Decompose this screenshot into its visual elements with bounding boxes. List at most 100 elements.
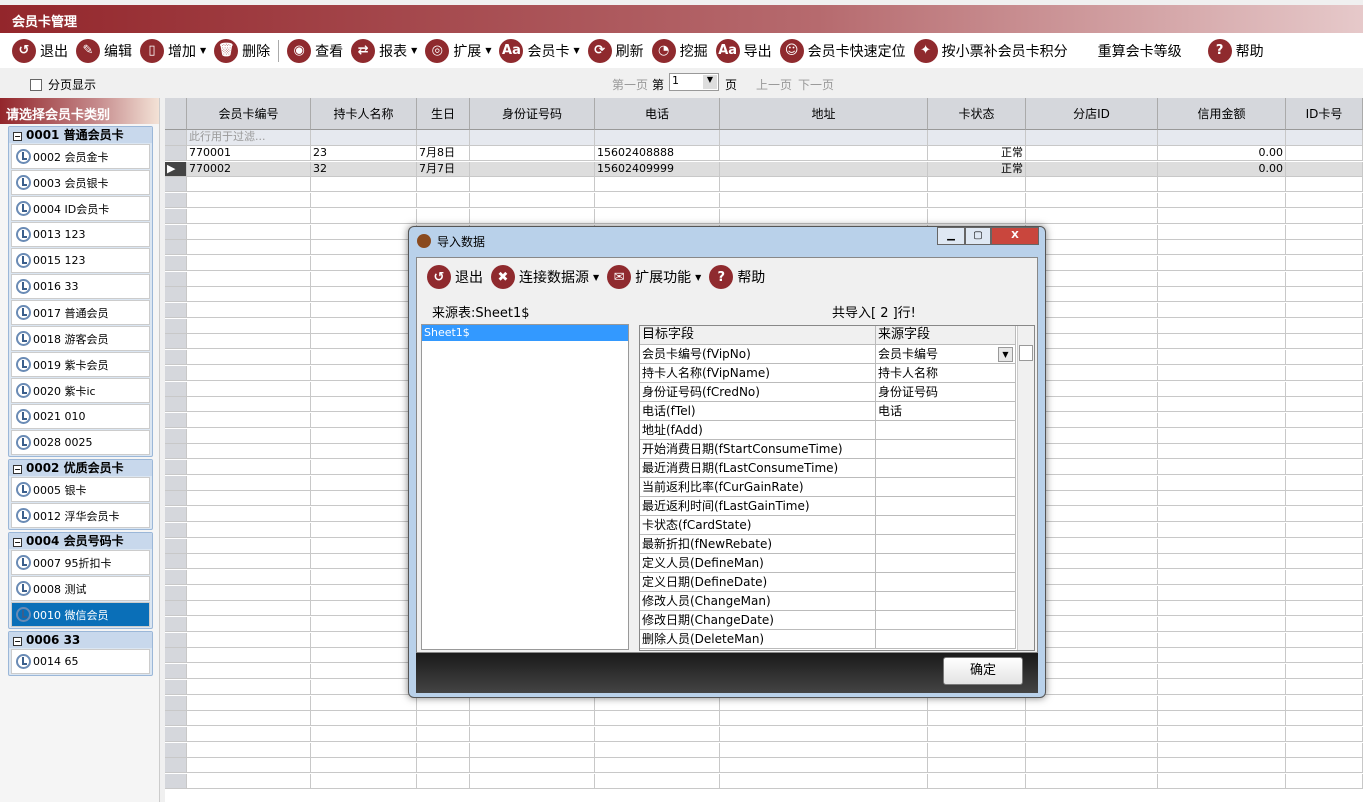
filter-cell[interactable] (311, 130, 417, 146)
empty-cell[interactable] (1286, 193, 1363, 209)
empty-cell[interactable] (470, 193, 595, 209)
empty-cell[interactable] (1158, 617, 1286, 632)
row-header[interactable] (165, 711, 187, 727)
empty-cell[interactable] (1158, 475, 1286, 491)
row-header[interactable] (165, 507, 187, 523)
filter-cell[interactable] (1158, 130, 1286, 146)
empty-cell[interactable] (1286, 475, 1363, 491)
empty-cell[interactable] (1286, 742, 1363, 758)
card-group-header[interactable]: −0004 会员号码卡 (9, 533, 152, 549)
checkbox-box[interactable] (30, 78, 42, 91)
empty-cell[interactable] (311, 381, 417, 397)
empty-cell[interactable] (595, 758, 720, 774)
empty-cell[interactable] (1158, 240, 1286, 256)
empty-cell[interactable] (417, 726, 470, 742)
empty-cell[interactable] (1158, 193, 1286, 209)
empty-cell[interactable] (1286, 617, 1363, 632)
source-field-cell[interactable] (876, 516, 1016, 535)
empty-cell[interactable] (1158, 460, 1286, 475)
empty-cell[interactable] (311, 585, 417, 601)
empty-cell[interactable] (187, 444, 311, 460)
empty-cell[interactable] (311, 318, 417, 334)
empty-cell[interactable] (595, 726, 720, 742)
chevron-down-icon[interactable]: ▼ (703, 75, 717, 89)
empty-cell[interactable] (928, 742, 1026, 758)
target-field-cell[interactable]: 开始消费日期(fStartConsumeTime) (640, 440, 876, 459)
empty-cell[interactable] (1158, 444, 1286, 460)
toolbar-button-11[interactable]: ☺ 会员卡快速定位 (779, 38, 906, 63)
empty-cell[interactable] (1026, 774, 1158, 789)
toolbar-button-2[interactable]: ✉ 扩展功能 ▼ (607, 265, 701, 289)
filter-row[interactable]: 此行用于过滤... (187, 130, 311, 146)
empty-cell[interactable] (1158, 632, 1286, 648)
empty-cell[interactable] (187, 507, 311, 523)
table-cell[interactable]: 32 (311, 161, 417, 177)
table-cell[interactable]: 0.00 (1158, 146, 1286, 161)
chevron-down-icon[interactable]: ▼ (998, 347, 1013, 362)
empty-cell[interactable] (1158, 318, 1286, 334)
empty-cell[interactable] (311, 365, 417, 381)
empty-cell[interactable] (187, 774, 311, 789)
card-type-item[interactable]: 0028 0025 (11, 430, 150, 455)
table-cell[interactable]: 7月8日 (417, 146, 470, 161)
page-select[interactable]: 1 ▼ (669, 73, 719, 91)
empty-cell[interactable] (1286, 240, 1363, 256)
empty-cell[interactable] (470, 774, 595, 789)
empty-cell[interactable] (187, 381, 311, 397)
empty-cell[interactable] (1158, 538, 1286, 554)
empty-cell[interactable] (1158, 774, 1286, 789)
row-header[interactable] (165, 240, 187, 256)
empty-cell[interactable] (595, 208, 720, 224)
column-header[interactable]: ID卡号 (1286, 98, 1363, 130)
source-field-cell[interactable] (876, 459, 1016, 478)
empty-cell[interactable] (187, 632, 311, 648)
column-header[interactable]: 会员卡编号 (187, 98, 311, 130)
target-field-cell[interactable]: 修改日期(ChangeDate) (640, 611, 876, 630)
column-header[interactable]: 卡状态 (928, 98, 1026, 130)
toolbar-button-7[interactable]: Aa 会员卡 ▼ (499, 38, 580, 63)
row-header[interactable] (165, 664, 187, 680)
table-cell[interactable] (470, 161, 595, 177)
empty-cell[interactable] (187, 758, 311, 774)
filter-cell[interactable] (720, 130, 928, 146)
source-field-cell[interactable] (876, 440, 1016, 459)
empty-cell[interactable] (1286, 460, 1363, 475)
column-header[interactable]: 信用金额 (1158, 98, 1286, 130)
row-header[interactable] (165, 679, 187, 695)
empty-cell[interactable] (1158, 208, 1286, 224)
target-field-cell[interactable]: 地址(fAdd) (640, 421, 876, 440)
table-cell[interactable]: 0.00 (1158, 161, 1286, 177)
empty-cell[interactable] (417, 208, 470, 224)
table-cell[interactable] (1026, 146, 1158, 161)
empty-cell[interactable] (720, 711, 928, 727)
toolbar-button-0[interactable]: ↺ 退出 (12, 38, 68, 63)
row-header[interactable] (165, 648, 187, 664)
empty-cell[interactable] (1286, 711, 1363, 727)
empty-cell[interactable] (1158, 287, 1286, 303)
collapse-icon[interactable]: − (13, 637, 22, 646)
empty-cell[interactable] (1158, 726, 1286, 742)
source-field-cell[interactable]: 持卡人名称 (876, 364, 1016, 383)
row-header[interactable] (165, 177, 187, 193)
empty-cell[interactable] (187, 334, 311, 350)
row-header[interactable] (165, 397, 187, 413)
empty-cell[interactable] (311, 774, 417, 789)
target-field-cell[interactable]: 定义日期(DefineDate) (640, 573, 876, 592)
row-header[interactable] (165, 412, 187, 428)
table-cell[interactable]: 15602408888 (595, 146, 720, 161)
empty-cell[interactable] (1158, 491, 1286, 507)
target-field-cell[interactable]: 电话(fTel) (640, 402, 876, 421)
toolbar-button-6[interactable]: ◎ 扩展 ▼ (425, 38, 491, 63)
empty-cell[interactable] (187, 617, 311, 632)
card-type-item[interactable]: 0002 会员金卡 (11, 144, 150, 169)
empty-cell[interactable] (187, 711, 311, 727)
empty-cell[interactable] (1026, 193, 1158, 209)
empty-cell[interactable] (187, 365, 311, 381)
empty-cell[interactable] (1286, 538, 1363, 554)
empty-cell[interactable] (311, 334, 417, 350)
empty-cell[interactable] (1158, 679, 1286, 695)
toolbar-button-13[interactable]: 重算会卡等级 (1098, 41, 1182, 61)
empty-cell[interactable] (311, 554, 417, 570)
empty-cell[interactable] (470, 726, 595, 742)
empty-cell[interactable] (928, 208, 1026, 224)
